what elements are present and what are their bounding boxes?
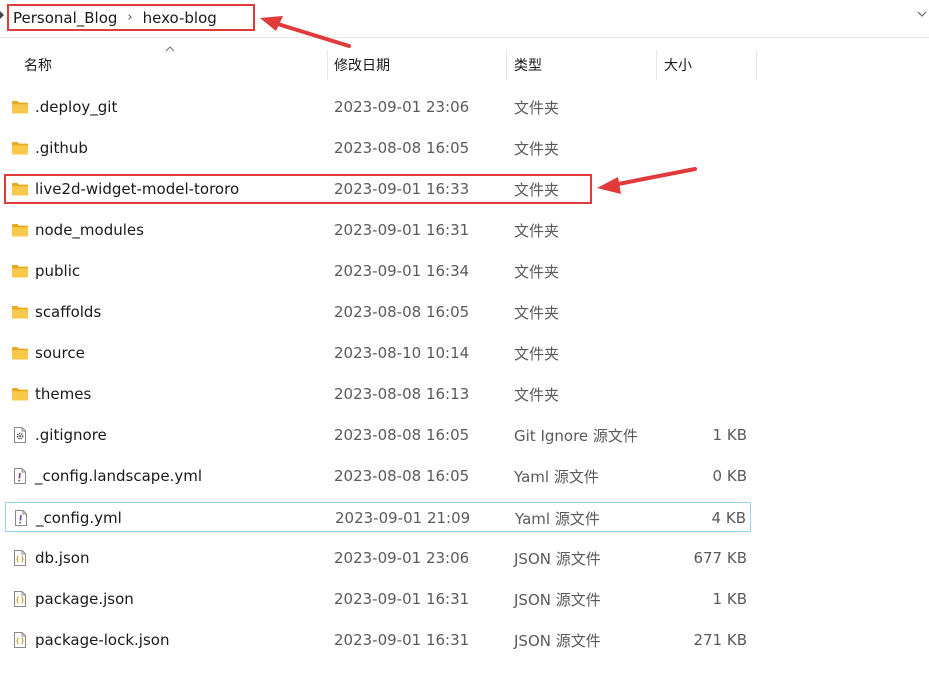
file-row[interactable]: public 2023-09-01 16:34 文件夹: [5, 256, 751, 286]
file-row[interactable]: .gitignore 2023-08-08 16:05 Git Ignore 源文件…: [5, 420, 751, 450]
file-size: 271 KB: [693, 631, 747, 649]
folder-icon: [11, 344, 29, 362]
address-history-dropdown-icon[interactable]: [915, 7, 929, 21]
file-row[interactable]: source 2023-08-10 10:14 文件夹: [5, 338, 751, 368]
address-expand-caret-icon[interactable]: [0, 11, 4, 19]
folder-icon: [11, 139, 29, 157]
file-type: 文件夹: [514, 98, 560, 117]
column-divider[interactable]: [506, 50, 507, 80]
json-file-icon: [11, 590, 29, 608]
column-header-modified[interactable]: 修改日期: [334, 50, 506, 80]
json-file-icon: [11, 631, 29, 649]
file-modified-date: 2023-08-08 16:13: [334, 385, 470, 403]
file-name: public: [35, 262, 81, 280]
file-type: JSON 源文件: [514, 590, 601, 609]
breadcrumb-separator-icon[interactable]: ›: [121, 10, 138, 25]
file-row[interactable]: package.json 2023-09-01 16:31 JSON 源文件 1 KB: [5, 584, 751, 614]
file-row[interactable]: node_modules 2023-09-01 16:31 文件夹: [5, 215, 751, 245]
file-type: Yaml 源文件: [514, 467, 599, 486]
file-row[interactable]: _config.yml 2023-09-01 21:09 Yaml 源文件 4 KB: [5, 502, 751, 532]
file-type: 文件夹: [514, 385, 560, 404]
file-modified-date: 2023-09-01 16:34: [334, 262, 470, 280]
breadcrumb[interactable]: Personal_Blog › hexo-blog: [7, 4, 255, 31]
file-type: 文件夹: [514, 344, 560, 363]
column-header-name-label: 名称: [24, 58, 52, 74]
file-type: 文件夹: [514, 221, 560, 240]
file-name: source: [35, 344, 85, 362]
file-row[interactable]: package-lock.json 2023-09-01 16:31 JSON 源文…: [5, 625, 751, 655]
breadcrumb-item-personal-blog[interactable]: Personal_Blog: [9, 9, 121, 27]
breadcrumb-item-hexo-blog[interactable]: hexo-blog: [139, 9, 221, 27]
yaml-file-icon: [12, 509, 30, 527]
annotation-arrow-breadcrumb: [260, 16, 351, 48]
file-name: scaffolds: [35, 303, 102, 321]
file-row[interactable]: db.json 2023-09-01 23:06 JSON 源文件 677 KB: [5, 543, 751, 573]
file-name: .gitignore: [35, 426, 107, 444]
yaml-file-icon: [11, 467, 29, 485]
file-type: 文件夹: [514, 303, 560, 322]
column-divider[interactable]: [656, 50, 657, 80]
file-row[interactable]: _config.landscape.yml 2023-08-08 16:05 Yam…: [5, 461, 751, 491]
column-header-size[interactable]: 大小: [664, 50, 756, 80]
file-type: Yaml 源文件: [515, 509, 600, 528]
file-size: 677 KB: [693, 549, 747, 567]
file-type: JSON 源文件: [514, 631, 601, 650]
column-header-type-label: 类型: [514, 58, 542, 74]
file-explorer-window: Personal_Blog › hexo-blog 名称 修改日期 类型 大小 …: [0, 0, 929, 687]
address-bar-divider: [0, 37, 929, 38]
folder-icon: [11, 221, 29, 239]
file-modified-date: 2023-09-01 16:31: [334, 590, 470, 608]
column-header-name[interactable]: 名称: [24, 50, 326, 80]
file-name: _config.landscape.yml: [35, 467, 202, 485]
file-name: db.json: [35, 549, 90, 567]
file-modified-date: 2023-09-01 16:31: [334, 631, 470, 649]
file-name: .github: [35, 139, 88, 157]
file-type: 文件夹: [514, 262, 560, 281]
file-modified-date: 2023-09-01 23:06: [334, 549, 470, 567]
file-name: node_modules: [35, 221, 144, 239]
file-name: themes: [35, 385, 92, 403]
file-modified-date: 2023-09-01 21:09: [335, 509, 471, 527]
folder-icon: [11, 98, 29, 116]
file-row[interactable]: scaffolds 2023-08-08 16:05 文件夹: [5, 297, 751, 327]
folder-icon: [11, 262, 29, 280]
file-modified-date: 2023-08-08 16:05: [334, 426, 470, 444]
column-header-modified-label: 修改日期: [334, 58, 390, 74]
gear-file-icon: [11, 426, 29, 444]
json-file-icon: [11, 549, 29, 567]
file-modified-date: 2023-08-10 10:14: [334, 344, 470, 362]
file-size: 0 KB: [712, 467, 747, 485]
file-row[interactable]: .deploy_git 2023-09-01 23:06 文件夹: [5, 92, 751, 122]
file-name: .deploy_git: [35, 98, 118, 116]
folder-icon: [11, 385, 29, 403]
file-modified-date: 2023-08-08 16:05: [334, 303, 470, 321]
file-name: _config.yml: [36, 509, 122, 527]
folder-icon: [11, 303, 29, 321]
file-modified-date: 2023-08-08 16:05: [334, 139, 470, 157]
column-header-type[interactable]: 类型: [514, 50, 656, 80]
file-modified-date: 2023-09-01 23:06: [334, 98, 470, 116]
file-row[interactable]: .github 2023-08-08 16:05 文件夹: [5, 133, 751, 163]
file-modified-date: 2023-08-08 16:05: [334, 467, 470, 485]
file-size: 1 KB: [712, 426, 747, 444]
file-type: 文件夹: [514, 139, 560, 158]
file-modified-date: 2023-09-01 16:31: [334, 221, 470, 239]
file-size: 4 KB: [711, 509, 746, 527]
file-row[interactable]: themes 2023-08-08 16:13 文件夹: [5, 379, 751, 409]
file-type: JSON 源文件: [514, 549, 601, 568]
column-header-size-label: 大小: [664, 58, 692, 74]
column-divider[interactable]: [756, 50, 757, 80]
file-type: Git Ignore 源文件: [514, 426, 638, 445]
file-name: package.json: [35, 590, 134, 608]
file-size: 1 KB: [712, 590, 747, 608]
annotation-highlight-box: [4, 174, 592, 204]
column-divider[interactable]: [327, 50, 328, 80]
file-name: package-lock.json: [35, 631, 170, 649]
